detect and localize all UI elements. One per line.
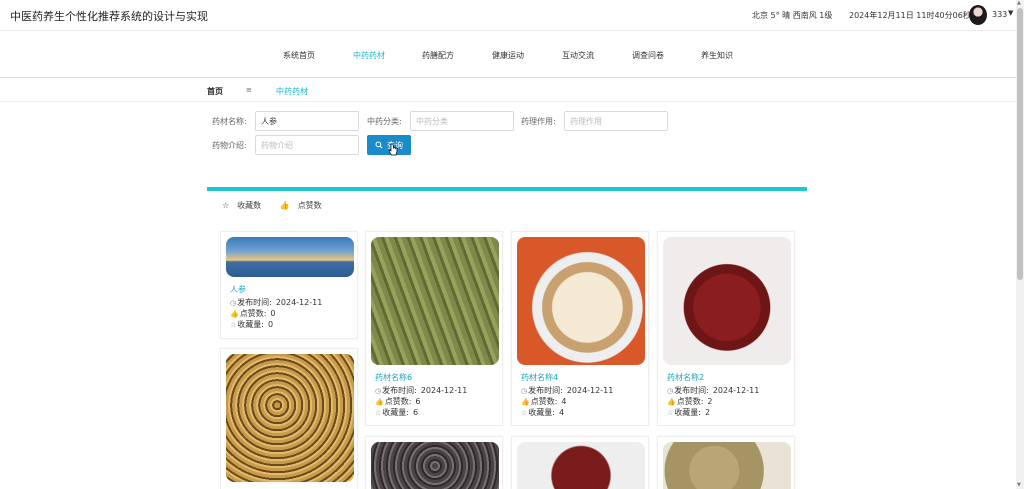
star-icon: ☆ [375, 409, 382, 417]
scrollbar-thumb[interactable] [1017, 8, 1023, 280]
top-header: 中医药养生个性化推荐系统的设计与实现 北京 5° 晴 西南风 1级 2024年1… [0, 0, 1016, 31]
herb-card-title[interactable]: 人参 [230, 284, 246, 295]
herb-card-title[interactable]: 药材名称6 [375, 372, 412, 383]
herb-name-label: 药材名称: [212, 117, 247, 126]
nav-item-exercise[interactable]: 健康运动 [492, 50, 524, 61]
nav-item-recipes[interactable]: 药膳配方 [422, 50, 454, 61]
effect-label: 药理作用: [521, 117, 556, 126]
herb-card-title[interactable]: 药材名称2 [667, 372, 704, 383]
collect-count: ☆收藏量: 0 [230, 320, 274, 329]
thumb-up-icon: 👍 [279, 201, 290, 210]
like-count: 👍点赞数: 4 [521, 397, 567, 406]
herb-card[interactable]: 人参 ◷发布时间: 2024-12-11 👍点赞数: 0 ☆收藏量: 0 [220, 231, 358, 339]
star-icon: ☆ [521, 409, 528, 417]
herb-card[interactable] [657, 436, 795, 489]
herb-card[interactable]: 药材名称4 ◷发布时间: 2024-12-11 👍点赞数: 4 ☆收藏量: 4 [511, 231, 649, 426]
scroll-down-icon[interactable]: ▼ [1017, 482, 1021, 488]
clock-icon: ◷ [521, 387, 528, 395]
herb-thumbnail[interactable] [517, 442, 645, 489]
herb-thumbnail[interactable] [226, 354, 354, 482]
main-nav: 系统首页 中药药材 药膳配方 健康运动 互动交流 调查问卷 养生知识 [0, 31, 1016, 78]
category-input[interactable] [410, 111, 514, 131]
clock-icon: ◷ [230, 299, 237, 307]
nav-item-home[interactable]: 系统首页 [283, 50, 315, 61]
username[interactable]: 333 [992, 10, 1007, 19]
nav-item-survey[interactable]: 调查问卷 [632, 50, 664, 61]
category-label: 中药分类: [367, 117, 402, 126]
effect-input[interactable] [564, 111, 668, 131]
intro-input[interactable] [255, 135, 359, 155]
publish-date: ◷发布时间: 2024-12-11 [521, 386, 614, 395]
breadcrumb: 首页 ≡ 中药药材 [0, 78, 1016, 102]
herb-thumbnail[interactable] [371, 442, 499, 489]
intro-label: 药物介绍: [212, 141, 247, 150]
caret-down-icon[interactable]: ▼ [1008, 9, 1013, 17]
breadcrumb-home[interactable]: 首页 [207, 86, 223, 97]
collect-count: ☆收藏量: 4 [521, 408, 565, 417]
collect-count: ☆收藏量: 6 [375, 408, 419, 417]
herb-card[interactable] [365, 436, 503, 489]
sort-by-likes[interactable]: 👍 点赞数 [280, 201, 330, 210]
mouse-pointer-icon [388, 143, 398, 156]
herb-thumbnail[interactable] [371, 237, 499, 365]
herb-name-input[interactable] [255, 111, 359, 131]
herb-thumbnail[interactable] [663, 237, 791, 365]
clock-icon: ◷ [375, 387, 382, 395]
herb-card-title[interactable]: 药材名称4 [521, 372, 558, 383]
like-count: 👍点赞数: 0 [230, 309, 276, 318]
thumb-up-icon: 👍 [230, 310, 239, 318]
like-count: 👍点赞数: 6 [375, 397, 421, 406]
breadcrumb-menu-icon: ≡ [246, 86, 252, 94]
star-icon: ☆ [667, 409, 674, 417]
clock-icon: ◷ [667, 387, 674, 395]
herb-card[interactable]: 药材名称2 ◷发布时间: 2024-12-11 👍点赞数: 2 ☆收藏量: 2 [657, 231, 795, 426]
search-icon [375, 141, 383, 149]
herb-thumbnail[interactable] [517, 237, 645, 365]
herb-card[interactable] [220, 348, 358, 489]
thumb-up-icon: 👍 [375, 398, 384, 406]
weather-info: 北京 5° 晴 西南风 1级 [752, 11, 833, 20]
herb-card[interactable] [511, 436, 649, 489]
sort-by-collects[interactable]: ☆ 收藏数 [222, 201, 269, 210]
publish-date: ◷发布时间: 2024-12-11 [667, 386, 760, 395]
publish-date: ◷发布时间: 2024-12-11 [375, 386, 468, 395]
thumb-up-icon: 👍 [521, 398, 530, 406]
nav-item-forum[interactable]: 互动交流 [562, 50, 594, 61]
star-icon: ☆ [230, 321, 237, 329]
nav-item-knowledge[interactable]: 养生知识 [701, 50, 733, 61]
herb-card[interactable]: 药材名称6 ◷发布时间: 2024-12-11 👍点赞数: 6 ☆收藏量: 6 [365, 231, 503, 426]
nav-item-herbs[interactable]: 中药药材 [353, 50, 385, 61]
thumb-up-icon: 👍 [667, 398, 676, 406]
herb-thumbnail[interactable] [226, 237, 354, 277]
site-title: 中医药养生个性化推荐系统的设计与实现 [10, 10, 208, 23]
avatar[interactable] [969, 5, 987, 25]
section-divider [207, 187, 807, 191]
breadcrumb-current: 中药药材 [276, 87, 308, 96]
collect-count: ☆收藏量: 2 [667, 408, 711, 417]
like-count: 👍点赞数: 2 [667, 397, 713, 406]
star-icon: ☆ [222, 201, 230, 210]
scroll-up-icon[interactable]: ▲ [1017, 0, 1021, 6]
datetime-display: 2024年12月11日 11时40分06秒 [849, 11, 971, 20]
herb-thumbnail[interactable] [663, 442, 791, 489]
publish-date: ◷发布时间: 2024-12-11 [230, 298, 323, 307]
sort-options: ☆ 收藏数 👍 点赞数 [222, 200, 338, 211]
